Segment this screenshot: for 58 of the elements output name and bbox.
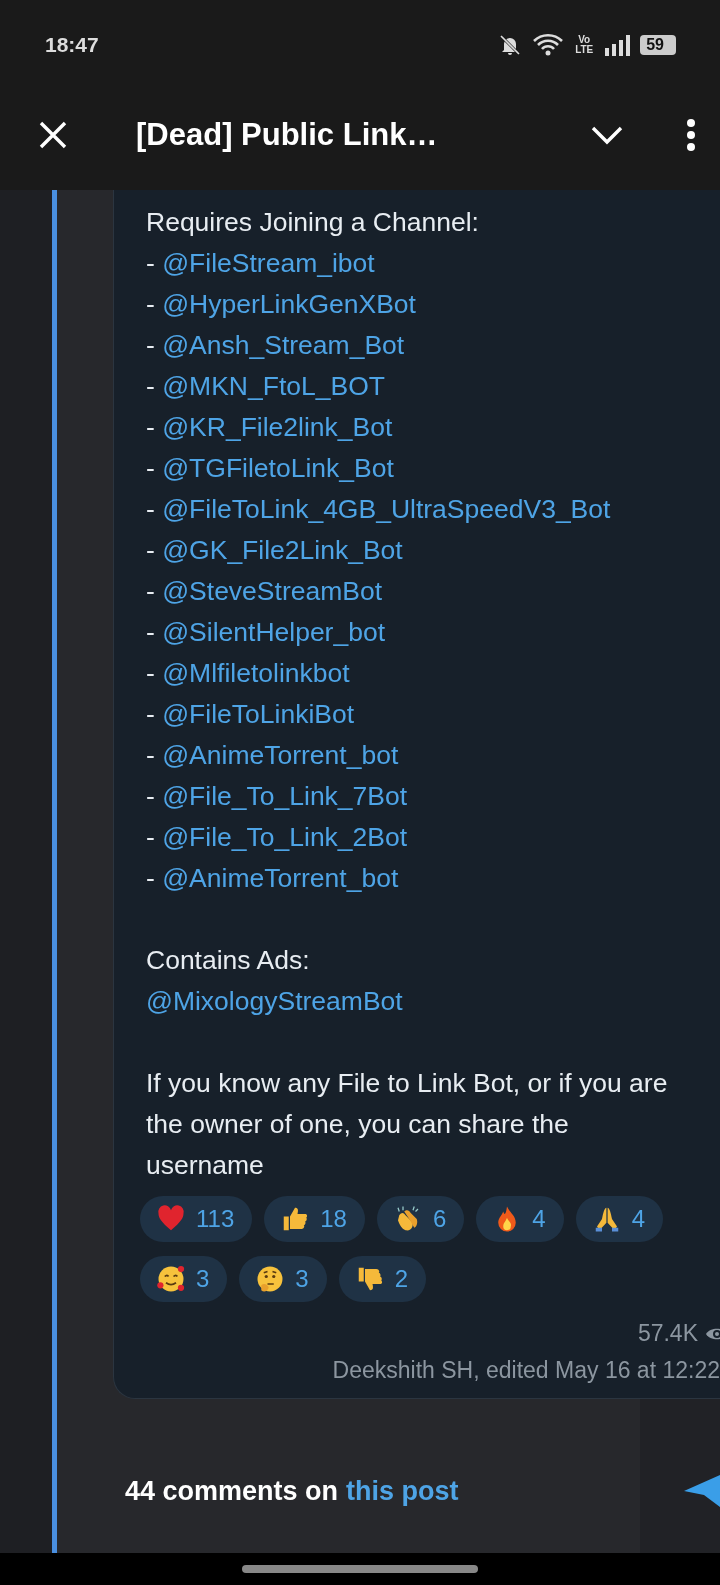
bot-link[interactable]: @HyperLinkGenXBot	[162, 289, 416, 319]
list-dash: -	[146, 248, 156, 278]
bot-link[interactable]: @File_To_Link_2Bot	[162, 822, 408, 852]
bot-link[interactable]: @FileStream_ibot	[162, 248, 375, 278]
list-dash: -	[146, 494, 156, 524]
bot-link[interactable]: @KR_File2link_Bot	[162, 412, 393, 442]
bot-link[interactable]: @Ansh_Stream_Bot	[162, 330, 405, 360]
bot-link[interactable]: @SilentHelper_bot	[162, 617, 386, 647]
list-dash: -	[146, 658, 156, 688]
list-dash: -	[146, 412, 156, 442]
chat-title: [Dead] Public Link…	[136, 117, 439, 153]
bot-link[interactable]: @AnimeTorrent_bot	[162, 740, 399, 770]
list-dash: -	[146, 781, 156, 811]
list-dash: -	[146, 740, 156, 770]
list-dash: -	[146, 617, 156, 647]
bot-link[interactable]: @MKN_FtoL_BOT	[162, 371, 385, 401]
more-menu-button[interactable]	[686, 118, 696, 152]
list-dash: -	[146, 576, 156, 606]
list-dash: -	[146, 535, 156, 565]
wifi-icon	[532, 33, 565, 57]
view-count: 57.4K	[637, 1320, 698, 1347]
battery-indicator: 59	[640, 35, 676, 55]
list-dash: -	[146, 699, 156, 729]
bot-link[interactable]: @AnimeTorrent_bot	[162, 863, 399, 893]
list-dash: -	[146, 822, 156, 852]
message-text: If you know any File to Link Bot, or if you are the owner of one, you can share the username	[146, 1067, 669, 1182]
list-dash: -	[146, 863, 156, 893]
message-signature: Deekshith SH, edited May 16 at 12:22	[331, 1357, 720, 1384]
post-link[interactable]: this post	[346, 1475, 459, 1507]
volte-label: Vo LTE	[574, 35, 595, 55]
bot-link[interactable]: @GK_File2Link_Bot	[162, 535, 403, 565]
smiling-face-icon	[156, 1264, 186, 1294]
bot-link[interactable]: @TGFiletoLink_Bot	[162, 453, 394, 483]
reaction-chip[interactable]: 3	[239, 1256, 327, 1302]
reaction-chip[interactable]: 4	[575, 1196, 664, 1242]
list-dash: -	[146, 330, 156, 360]
message-text: Requires Joining a Channel:	[146, 206, 480, 239]
reaction-chip[interactable]: 3	[140, 1256, 228, 1302]
bot-link[interactable]: @SteveStreamBot	[162, 576, 383, 606]
comments-count: 44 comments on	[125, 1475, 339, 1507]
list-dash: -	[146, 289, 156, 319]
reaction-chip[interactable]: 4	[476, 1196, 564, 1242]
status-time: 18:47	[45, 33, 100, 57]
muted-bell-icon	[498, 33, 523, 57]
bot-link[interactable]: @Mlfiletolinkbot	[162, 658, 350, 688]
bot-link[interactable]: @FileToLink_4GB_UltraSpeedV3_Bot	[162, 494, 611, 524]
bot-link[interactable]: @File_To_Link_7Bot	[162, 781, 408, 811]
reaction-chip[interactable]: 113	[140, 1196, 253, 1242]
reaction-chip[interactable]: 18	[264, 1196, 365, 1242]
message-text: Contains Ads:	[146, 944, 311, 977]
signal-icon	[604, 33, 631, 57]
list-dash: -	[146, 371, 156, 401]
list-dash: -	[146, 453, 156, 483]
reaction-chip[interactable]: 6	[376, 1196, 465, 1242]
reaction-chip[interactable]: 2	[338, 1256, 427, 1302]
bot-link[interactable]: @FileToLinkiBot	[162, 699, 355, 729]
bot-link[interactable]: @MixologyStreamBot	[146, 986, 403, 1016]
chevron-down-button[interactable]	[590, 125, 624, 145]
